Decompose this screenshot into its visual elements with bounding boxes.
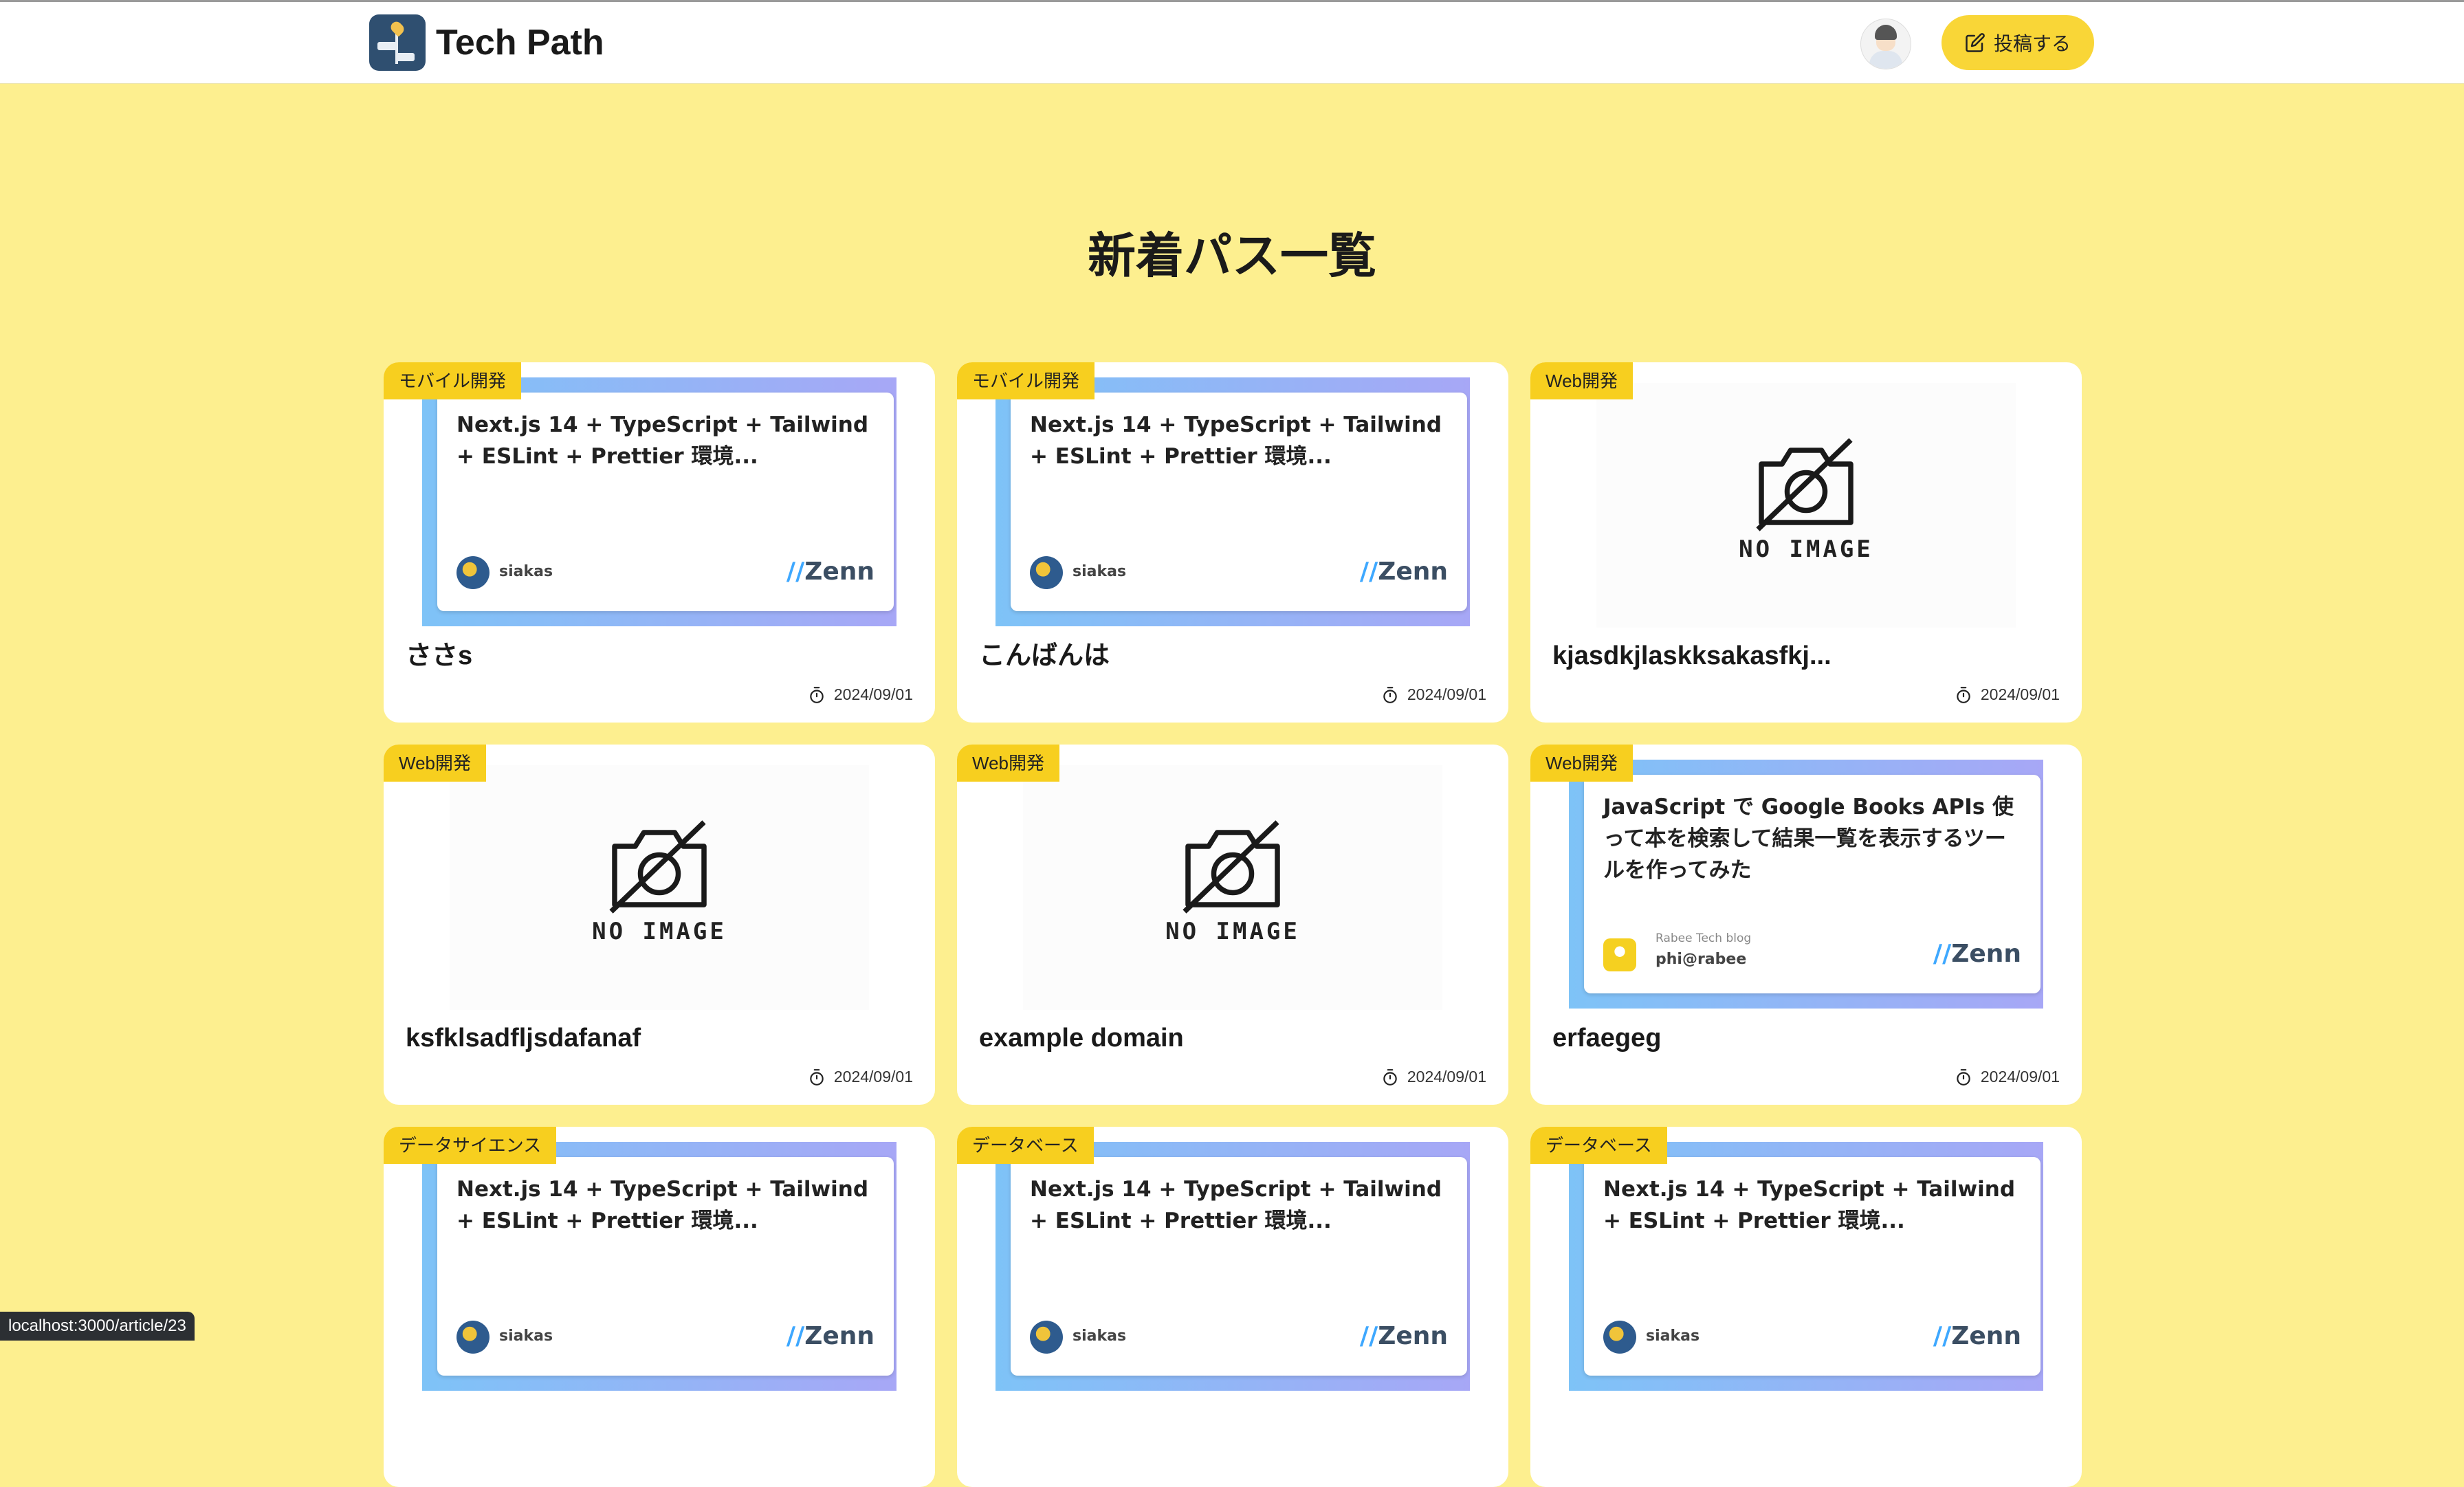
article-card[interactable]: モバイル開発 Next.js 14 + TypeScript + Tailwin… xyxy=(957,362,1508,723)
article-card[interactable]: Web開発 NO IMAGE ksfklsadfljsdafanaf 2024/… xyxy=(384,745,935,1105)
stopwatch-icon xyxy=(1957,686,1970,703)
card-title[interactable]: ksfklsadfljsdafanaf xyxy=(406,1021,914,1055)
stopwatch-icon xyxy=(810,686,824,703)
card-date-text: 2024/09/01 xyxy=(1407,685,1486,703)
article-card[interactable]: Web開発 JavaScript で Google Books APIs 使って… xyxy=(1530,745,2082,1105)
edit-icon xyxy=(1966,33,1985,52)
card-title[interactable]: example domain xyxy=(979,1021,1488,1055)
card-date: 2024/09/01 xyxy=(1955,685,2060,704)
card-title[interactable]: kjasdkjlaskksakasfkj... xyxy=(1552,639,2061,673)
category-tag: モバイル開発 xyxy=(384,362,522,399)
zenn-article-title: Next.js 14 + TypeScript + Tailwind + ESL… xyxy=(1030,1177,1442,1233)
article-thumbnail: Next.js 14 + TypeScript + Tailwind + ESL… xyxy=(996,377,1470,626)
author-avatar xyxy=(456,1321,490,1354)
zenn-author-name: siakas xyxy=(499,563,553,580)
zenn-article-title: Next.js 14 + TypeScript + Tailwind + ESL… xyxy=(1030,412,1442,469)
brand-title[interactable]: Tech Path xyxy=(436,21,604,64)
article-thumbnail: Next.js 14 + TypeScript + Tailwind + ESL… xyxy=(996,1142,1470,1391)
author-avatar xyxy=(1603,938,1636,971)
zenn-logo-icon: //Zenn xyxy=(786,1322,874,1350)
camera-off-icon xyxy=(1182,820,1280,914)
author-avatar xyxy=(1030,556,1063,589)
no-image-label: NO IMAGE xyxy=(592,918,727,945)
stopwatch-icon xyxy=(1957,1068,1970,1086)
zenn-author-name: siakas xyxy=(1072,563,1127,580)
article-thumbnail: Next.js 14 + TypeScript + Tailwind + ESL… xyxy=(422,1142,896,1391)
article-thumbnail: Next.js 14 + TypeScript + Tailwind + ESL… xyxy=(1569,1142,2043,1391)
zenn-logo-text: Zenn xyxy=(1378,1322,1448,1350)
zenn-logo-text: Zenn xyxy=(804,1322,874,1350)
no-image-placeholder: NO IMAGE xyxy=(450,765,869,1010)
card-title[interactable]: こんばんは xyxy=(979,639,1488,673)
card-date-text: 2024/09/01 xyxy=(1407,1068,1486,1086)
stopwatch-icon xyxy=(1383,686,1397,703)
category-tag: Web開発 xyxy=(957,745,1059,782)
article-thumbnail: Next.js 14 + TypeScript + Tailwind + ESL… xyxy=(422,377,896,626)
card-date-text: 2024/09/01 xyxy=(833,1068,913,1086)
zenn-logo-icon: //Zenn xyxy=(1933,940,2021,968)
card-date: 2024/09/01 xyxy=(1381,685,1486,704)
card-date: 2024/09/01 xyxy=(1381,1068,1486,1086)
stopwatch-icon xyxy=(810,1068,824,1086)
category-tag: データサイエンス xyxy=(384,1127,557,1164)
card-date-text: 2024/09/01 xyxy=(1980,685,2060,703)
no-image-label: NO IMAGE xyxy=(1739,536,1873,563)
zenn-logo-icon: //Zenn xyxy=(1359,558,1448,586)
no-image-placeholder: NO IMAGE xyxy=(1596,383,2016,628)
zenn-logo-text: Zenn xyxy=(1951,940,2021,968)
zenn-author-name: siakas xyxy=(1072,1328,1127,1345)
zenn-article-title: JavaScript で Google Books APIs 使って本を検索して… xyxy=(1603,795,2014,883)
article-card[interactable]: Web開発 NO IMAGE example domain 2024/09/01 xyxy=(957,745,1508,1105)
card-date: 2024/09/01 xyxy=(808,1068,913,1086)
zenn-logo-icon: //Zenn xyxy=(1359,1322,1448,1350)
article-card[interactable]: データベース Next.js 14 + TypeScript + Tailwin… xyxy=(1530,1127,2082,1487)
card-date: 2024/09/01 xyxy=(1955,1068,2060,1086)
zenn-logo-text: Zenn xyxy=(1378,558,1448,586)
zenn-article-title: Next.js 14 + TypeScript + Tailwind + ESL… xyxy=(456,412,869,469)
stopwatch-icon xyxy=(1383,1068,1397,1086)
user-avatar[interactable] xyxy=(1860,19,1911,69)
camera-off-icon xyxy=(609,820,707,914)
author-avatar xyxy=(456,556,490,589)
no-image-label: NO IMAGE xyxy=(1165,918,1300,945)
zenn-article-title: Next.js 14 + TypeScript + Tailwind + ESL… xyxy=(1603,1177,2016,1233)
card-title[interactable]: erfaegeg xyxy=(1552,1021,2061,1055)
zenn-logo-icon: //Zenn xyxy=(1933,1322,2021,1350)
category-tag: Web開発 xyxy=(1530,362,1633,399)
zenn-publication: Rabee Tech blog xyxy=(1656,932,1752,945)
zenn-logo-icon: //Zenn xyxy=(786,558,874,586)
author-avatar xyxy=(1603,1321,1636,1354)
zenn-author-name: siakas xyxy=(499,1328,553,1345)
zenn-article-title: Next.js 14 + TypeScript + Tailwind + ESL… xyxy=(456,1177,869,1233)
camera-off-icon xyxy=(1756,438,1854,531)
category-tag: データベース xyxy=(1530,1127,1667,1164)
zenn-author-name: phi@rabee xyxy=(1656,951,1747,968)
category-tag: Web開発 xyxy=(384,745,486,782)
category-tag: Web開発 xyxy=(1530,745,1633,782)
zenn-logo-text: Zenn xyxy=(1951,1322,2021,1350)
zenn-author-name: siakas xyxy=(1646,1328,1700,1345)
post-button-label: 投稿する xyxy=(1993,33,2071,54)
author-avatar xyxy=(1030,1321,1063,1354)
card-date: 2024/09/01 xyxy=(808,685,913,704)
category-tag: モバイル開発 xyxy=(957,362,1095,399)
zenn-logo-text: Zenn xyxy=(804,558,874,586)
card-title[interactable]: ささs xyxy=(406,639,914,673)
article-card[interactable]: Web開発 NO IMAGE kjasdkjlaskksakasfkj... 2… xyxy=(1530,362,2082,723)
logo-icon[interactable] xyxy=(369,14,426,71)
article-card[interactable]: データベース Next.js 14 + TypeScript + Tailwin… xyxy=(957,1127,1508,1487)
status-bar-url: localhost:3000/article/23 xyxy=(0,1312,195,1341)
post-button[interactable]: 投稿する xyxy=(1942,15,2094,70)
card-date-text: 2024/09/01 xyxy=(833,685,913,703)
category-tag: データベース xyxy=(957,1127,1094,1164)
site-header: Tech Path 投稿する xyxy=(0,2,2464,84)
article-card[interactable]: モバイル開発 Next.js 14 + TypeScript + Tailwin… xyxy=(384,362,935,723)
card-date-text: 2024/09/01 xyxy=(1980,1068,2060,1086)
article-card[interactable]: データサイエンス Next.js 14 + TypeScript + Tailw… xyxy=(384,1127,935,1487)
article-thumbnail: JavaScript で Google Books APIs 使って本を検索して… xyxy=(1569,760,2043,1009)
page-title: 新着パス一覧 xyxy=(1088,229,1376,283)
no-image-placeholder: NO IMAGE xyxy=(1023,765,1442,1010)
